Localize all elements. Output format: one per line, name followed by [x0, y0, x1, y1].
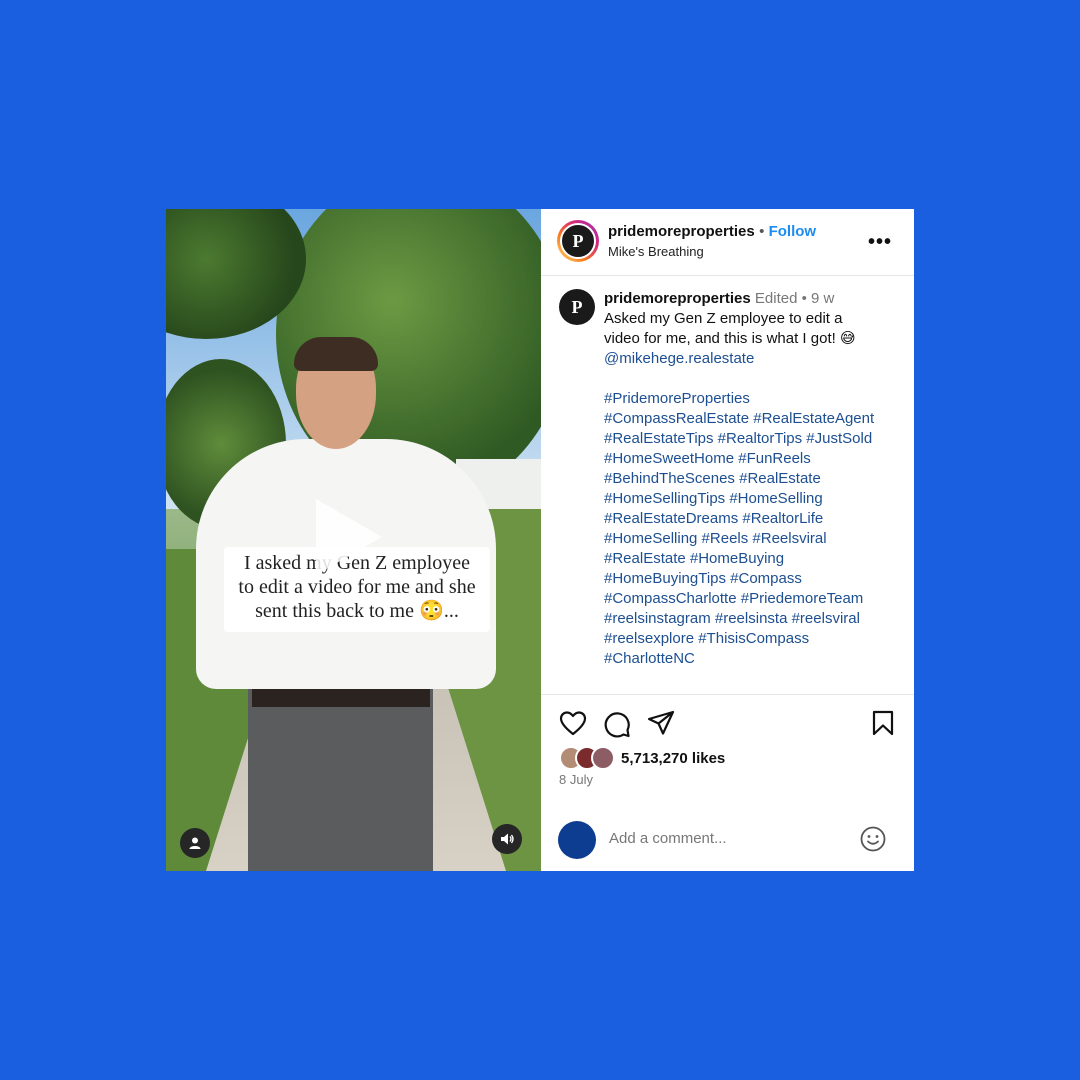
hashtag-line[interactable]: #PridemoreProperties [604, 389, 904, 409]
edited-label: Edited [754, 290, 798, 307]
hashtag-line[interactable]: #HomeSweetHome #FunReels [604, 449, 904, 469]
add-comment-bar: Add a comment... [541, 814, 914, 871]
liker-avatar [591, 746, 615, 770]
audio-track-link[interactable]: Mike's Breathing [608, 244, 704, 259]
hashtag-line[interactable]: #HomeSellingTips #HomeSelling [604, 489, 904, 509]
separator-dot: • [759, 223, 769, 240]
caption-header: pridemoreproperties Edited • 9 w [604, 289, 904, 309]
instagram-post: I asked my Gen Z employee to edit a vide… [166, 209, 914, 871]
header-user-line: pridemoreproperties • Follow [608, 223, 816, 241]
hashtag-line[interactable]: #reelsinstagram #reelsinsta #reelsviral [604, 609, 904, 629]
comment-avatar[interactable]: P [559, 289, 595, 325]
reel-video[interactable]: I asked my Gen Z employee to edit a vide… [166, 209, 541, 871]
tagged-users-button[interactable] [180, 828, 210, 858]
caption-time[interactable]: 9 w [811, 290, 834, 307]
likes-count[interactable]: 5,713,270 likes [621, 750, 725, 767]
hashtag-line[interactable]: #reelsexplore #ThisisCompass [604, 629, 904, 649]
bookmark-icon[interactable] [871, 710, 895, 736]
avatar-logo: P [572, 230, 584, 251]
post-side-panel: P pridemoreproperties • Follow Mike's Br… [541, 209, 914, 871]
video-person-hair [294, 337, 378, 371]
hashtag-line[interactable]: #HomeBuyingTips #Compass [604, 569, 904, 589]
comment-input[interactable]: Add a comment... [609, 830, 727, 847]
follow-button[interactable]: Follow [769, 223, 817, 240]
person-icon [189, 837, 201, 849]
hashtag-line[interactable]: #RealEstate #HomeBuying [604, 549, 904, 569]
avatar-logo: P [571, 296, 583, 317]
video-caption-line: sent this back to me 😳... [255, 600, 459, 622]
emoji-icon[interactable] [859, 825, 887, 853]
caption-username[interactable]: pridemoreproperties [604, 290, 751, 307]
post-header: P pridemoreproperties • Follow Mike's Br… [541, 209, 914, 276]
caption-body: pridemoreproperties Edited • 9 w Asked m… [604, 289, 904, 669]
separator-dot: • [801, 290, 812, 307]
action-bar [541, 706, 914, 742]
hashtag-line[interactable]: #CompassCharlotte #PriedemoreTeam [604, 589, 904, 609]
more-options-icon[interactable]: ••• [868, 231, 892, 254]
current-user-avatar [558, 821, 596, 859]
hashtag-line[interactable]: #RealEstateDreams #RealtorLife [604, 509, 904, 529]
profile-avatar[interactable]: P [560, 223, 596, 259]
play-icon[interactable] [316, 499, 382, 575]
caption-text: Asked my Gen Z employee to edit a [604, 310, 843, 327]
caption-comment: P pridemoreproperties Edited • 9 w Asked… [541, 276, 914, 695]
video-person-belt [252, 689, 430, 707]
hashtag-line[interactable]: #BehindTheScenes #RealEstate [604, 469, 904, 489]
share-icon[interactable] [647, 710, 675, 736]
sound-button[interactable] [492, 824, 522, 854]
video-person-pants [248, 689, 433, 871]
heart-icon[interactable] [559, 710, 587, 736]
comment-icon[interactable] [603, 710, 631, 738]
hashtag-line[interactable]: #CompassRealEstate #RealEstateAgent [604, 409, 904, 429]
header-username[interactable]: pridemoreproperties [608, 223, 755, 240]
hashtag-line[interactable]: #RealEstateTips #RealtorTips #JustSold [604, 429, 904, 449]
caption-text: video for me, and this is what I got! 😅 [604, 330, 856, 347]
speaker-icon [501, 833, 514, 845]
post-date[interactable]: 8 July [559, 772, 593, 787]
hashtag-line[interactable]: #CharlotteNC [604, 649, 904, 669]
hashtag-line[interactable]: #HomeSelling #Reels #Reelsviral [604, 529, 904, 549]
mention-link[interactable]: @mikehege.realestate [604, 349, 904, 369]
likes-row[interactable]: 5,713,270 likes [559, 746, 725, 770]
story-ring[interactable]: P [557, 220, 599, 262]
video-caption-line: to edit a video for me and she [238, 576, 476, 598]
